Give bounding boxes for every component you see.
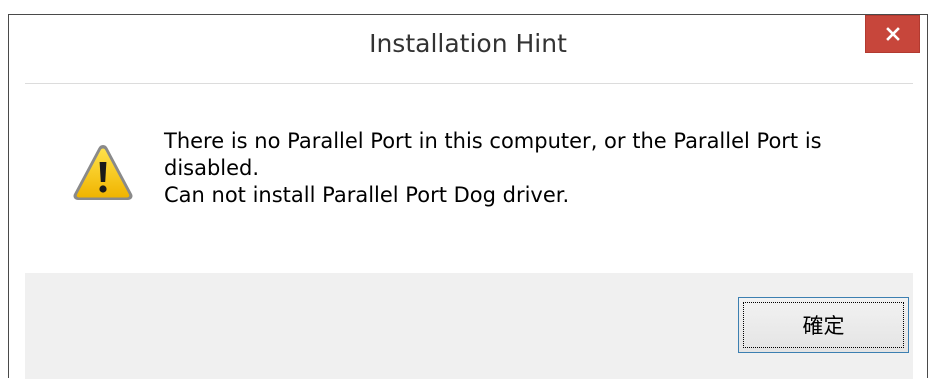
ok-button-label: 確定 [802,314,845,338]
ok-button[interactable]: 確定 [738,297,909,353]
message-line: Can not install Parallel Port Dog driver… [164,183,570,207]
close-button[interactable] [865,15,920,53]
dialog-title: Installation Hint [369,29,567,58]
button-bar: 確定 [25,273,913,379]
title-bar: Installation Hint [9,15,927,79]
message-area: There is no Parallel Port in this comput… [25,83,913,274]
message-line: There is no Parallel Port in this comput… [164,129,822,153]
dialog-window: Installation Hint There is no Parallel P… [8,14,928,379]
warning-triangle-icon [73,145,133,200]
message-line: disabled. [164,156,260,180]
close-icon [885,27,900,41]
message-text: There is no Parallel Port in this comput… [164,128,884,209]
